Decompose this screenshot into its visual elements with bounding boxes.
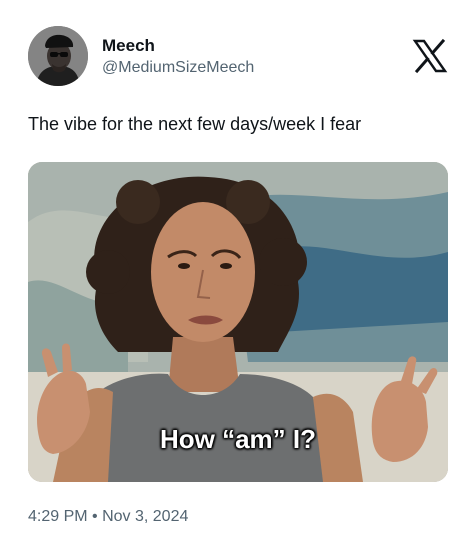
author-name[interactable]: Meech [102, 36, 155, 56]
tweet-header: Meech @MediumSizeMeech [28, 26, 448, 90]
tweet-media-image[interactable]: How “am” I? [28, 162, 448, 482]
tweet-timestamp[interactable]: 4:29 PM • Nov 3, 2024 [28, 508, 188, 526]
tweet-text: The vibe for the next few days/week I fe… [28, 114, 362, 134]
author-avatar[interactable] [28, 26, 88, 86]
meme-caption: How “am” I? [159, 424, 316, 454]
x-logo-icon[interactable] [412, 38, 448, 74]
person-with-cap-avatar-icon [28, 26, 88, 86]
author-handle[interactable]: @MediumSizeMeech [102, 59, 254, 77]
